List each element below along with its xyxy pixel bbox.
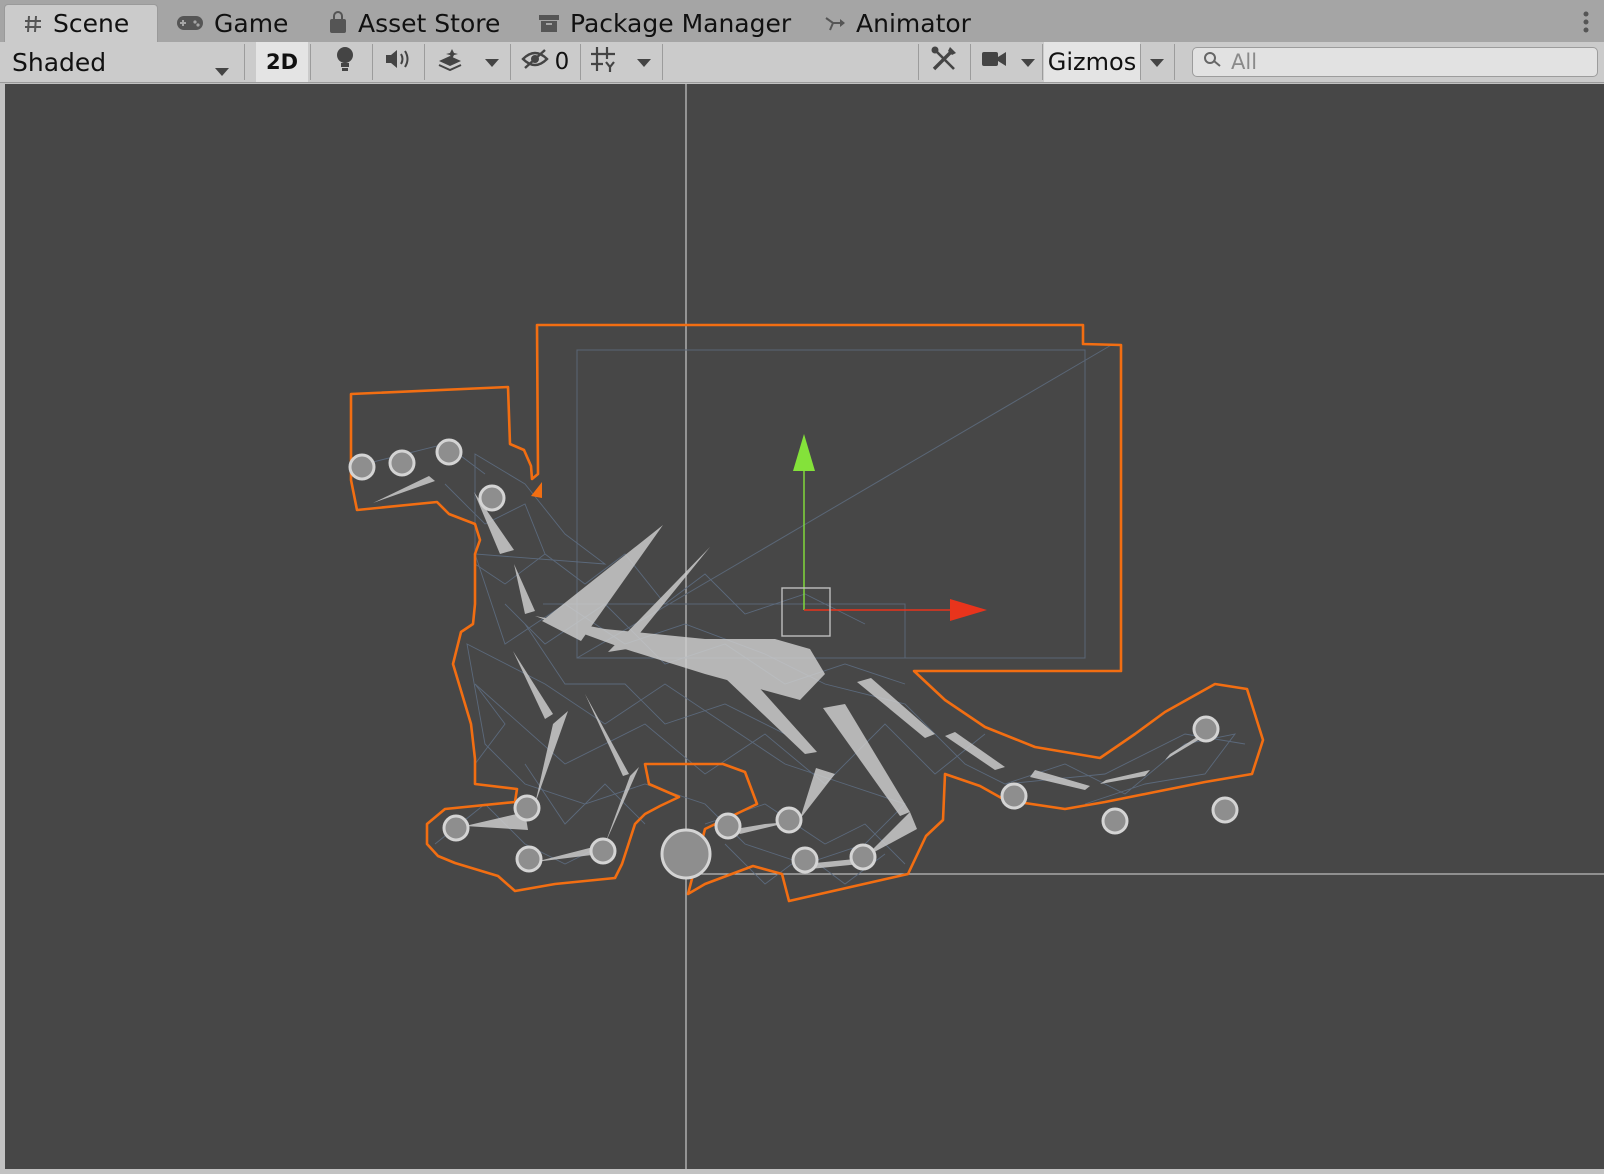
- gizmos-label: Gizmos: [1047, 48, 1137, 76]
- tab-label: Package Manager: [570, 8, 792, 38]
- animator-branch-icon: [824, 13, 846, 33]
- mode-2d-label: 2D: [265, 50, 299, 74]
- chevron-down-icon: [636, 49, 652, 75]
- tab-bar: Scene Game Asset Store Package Manager A…: [0, 0, 1604, 43]
- hidden-objects-toggle[interactable]: 0: [512, 42, 578, 82]
- bone-joint[interactable]: [513, 794, 541, 822]
- scene-audio-toggle[interactable]: [374, 42, 422, 82]
- shading-mode-label: Shaded: [12, 47, 107, 77]
- hidden-objects-count: 0: [554, 49, 570, 75]
- bone-joint[interactable]: [435, 438, 463, 466]
- grid-snapping-toggle[interactable]: [582, 42, 626, 82]
- dragon-sprite[interactable]: [348, 323, 1265, 903]
- lightbulb-icon: [335, 45, 355, 79]
- scene-toolbar: Shaded 2D 0 Gizmos All: [0, 42, 1604, 83]
- bone-joint[interactable]: [515, 845, 543, 873]
- bone-joint[interactable]: [1101, 807, 1129, 835]
- scene-canvas[interactable]: [5, 84, 1604, 1169]
- sprite-wireframe: [543, 343, 1114, 659]
- chevron-down-icon: [484, 49, 500, 75]
- chevron-down-icon: [1020, 49, 1036, 75]
- video-camera-icon: [980, 49, 1008, 75]
- tab-scene[interactable]: Scene: [4, 4, 158, 42]
- tab-package-manager[interactable]: Package Manager: [520, 4, 800, 42]
- scene-lighting-toggle[interactable]: [322, 42, 368, 82]
- shading-mode-dropdown[interactable]: Shaded: [0, 42, 240, 82]
- tab-animator[interactable]: Animator: [806, 4, 976, 42]
- shopping-bag-icon: [328, 11, 348, 35]
- eye-hidden-icon: [520, 48, 549, 76]
- scene-effects-toggle[interactable]: [426, 42, 474, 82]
- package-box-icon: [538, 12, 560, 34]
- tab-label: Animator: [856, 8, 971, 38]
- bone-joint[interactable]: [1211, 796, 1239, 824]
- speaker-icon: [384, 48, 412, 76]
- bone-joint[interactable]: [775, 806, 803, 834]
- bone-joint[interactable]: [1000, 782, 1028, 810]
- tools-icon: [930, 45, 958, 79]
- bone-joint[interactable]: [791, 846, 819, 874]
- scene-camera-button[interactable]: [972, 42, 1016, 82]
- scene-camera-dropdown[interactable]: [1014, 42, 1042, 82]
- tab-label: Asset Store: [358, 8, 501, 38]
- bone-joint[interactable]: [589, 837, 617, 865]
- effects-layers-icon: [436, 47, 464, 77]
- grid-snapping-dropdown[interactable]: [628, 42, 660, 82]
- grid-hash-icon: [23, 14, 43, 34]
- bone-joint[interactable]: [714, 812, 742, 840]
- gamepad-icon: [176, 14, 204, 32]
- bone-joint[interactable]: [348, 453, 376, 481]
- plane-move-handle[interactable]: [781, 587, 831, 637]
- move-tool-gizmo[interactable]: [781, 434, 987, 637]
- tools-toggle[interactable]: [920, 42, 968, 82]
- bone-joint[interactable]: [478, 484, 506, 512]
- more-options-icon[interactable]: [1582, 10, 1590, 36]
- chevron-down-icon: [214, 55, 230, 84]
- tab-label: Game: [214, 8, 289, 38]
- bone-joint[interactable]: [849, 843, 877, 871]
- search-icon: [1203, 51, 1223, 73]
- mode-2d-toggle[interactable]: 2D: [256, 42, 308, 82]
- y-axis-arrow-handle[interactable]: [793, 434, 815, 471]
- root-bone-joint[interactable]: [660, 828, 712, 880]
- gizmos-dropdown[interactable]: [1142, 42, 1172, 82]
- x-axis-arrow-handle[interactable]: [950, 599, 987, 621]
- tab-asset-store[interactable]: Asset Store: [310, 4, 516, 42]
- bone-joint[interactable]: [442, 814, 470, 842]
- bone-joint[interactable]: [1192, 715, 1220, 743]
- search-input[interactable]: [1231, 50, 1591, 74]
- scene-search-field[interactable]: [1192, 47, 1598, 77]
- scene-viewport[interactable]: [5, 84, 1604, 1169]
- gizmos-toggle[interactable]: Gizmos: [1044, 42, 1140, 82]
- chevron-down-icon: [1149, 49, 1165, 75]
- scene-effects-dropdown[interactable]: [476, 42, 508, 82]
- tab-game[interactable]: Game: [158, 4, 306, 42]
- scene-window: Scene Game Asset Store Package Manager A…: [0, 0, 1604, 1174]
- tab-label: Scene: [53, 9, 130, 38]
- grid-axis-icon: [589, 45, 619, 79]
- bone-joint[interactable]: [388, 449, 416, 477]
- outline-marker: [531, 482, 542, 498]
